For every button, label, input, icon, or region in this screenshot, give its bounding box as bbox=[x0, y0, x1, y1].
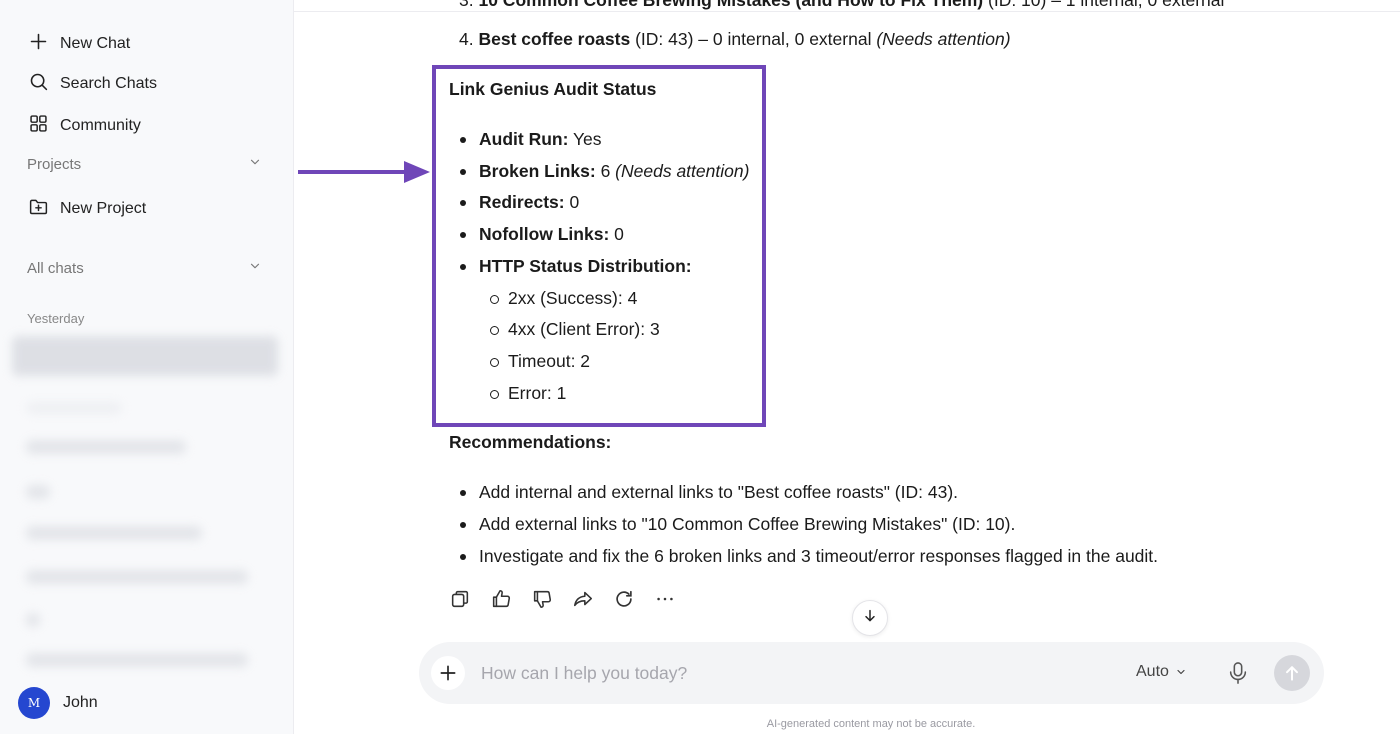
search-chats-label: Search Chats bbox=[60, 75, 157, 92]
redirects-label: Redirects: bbox=[479, 192, 565, 212]
chevron-down-icon bbox=[248, 155, 262, 173]
list-item: 3. 10 Common Coffee Brewing Mistakes (an… bbox=[459, 0, 1359, 10]
chat-history-item-blurred[interactable] bbox=[12, 336, 278, 376]
attention-note: (Needs attention) bbox=[876, 29, 1011, 49]
post-link-counts: (ID: 43) – 0 internal, 0 external bbox=[630, 29, 877, 49]
user-name: John bbox=[63, 694, 98, 711]
list-number: 3. bbox=[459, 0, 474, 10]
avatar: M bbox=[18, 687, 50, 719]
message-actions bbox=[449, 588, 676, 610]
plus-icon bbox=[28, 31, 49, 57]
ai-disclaimer: AI-generated content may not be accurate… bbox=[766, 718, 976, 730]
attach-button[interactable] bbox=[431, 656, 465, 690]
list-item: Investigate and fix the 6 broken links a… bbox=[459, 546, 1159, 566]
new-project-label: New Project bbox=[60, 200, 147, 217]
broken-links-label: Broken Links: bbox=[479, 161, 596, 181]
recommendations-heading: Recommendations: bbox=[449, 432, 612, 452]
copy-icon[interactable] bbox=[449, 588, 471, 610]
audit-run-label: Audit Run: bbox=[479, 129, 569, 149]
thumbs-up-icon[interactable] bbox=[490, 588, 512, 610]
chevron-down-icon bbox=[248, 259, 262, 277]
chat-history-item-blurred[interactable] bbox=[26, 613, 40, 627]
chat-history-item-blurred[interactable] bbox=[26, 653, 248, 667]
audit-run-value: Yes bbox=[568, 129, 602, 149]
list-item: 4. Best coffee roasts (ID: 43) – 0 inter… bbox=[459, 29, 1359, 50]
model-selector[interactable]: Auto bbox=[1136, 663, 1187, 681]
new-project-button[interactable]: New Project bbox=[28, 196, 146, 222]
user-profile-button[interactable]: M John bbox=[18, 687, 98, 719]
header-divider bbox=[294, 11, 1400, 12]
http-status-item: Error: 1 bbox=[489, 383, 567, 403]
model-label: Auto bbox=[1136, 663, 1169, 680]
thumbs-down-icon[interactable] bbox=[531, 588, 553, 610]
arrow-up-icon bbox=[1286, 666, 1298, 681]
broken-links-value: 6 bbox=[595, 161, 616, 181]
chat-history-item-blurred[interactable] bbox=[26, 570, 248, 584]
search-chats-button[interactable]: Search Chats bbox=[28, 71, 157, 97]
message-input[interactable] bbox=[481, 660, 1081, 686]
chevron-down-icon bbox=[1177, 669, 1185, 675]
projects-section-toggle[interactable]: Projects bbox=[27, 155, 262, 173]
http-status-item: 2xx (Success): 4 bbox=[489, 288, 638, 308]
post-title: 10 Common Coffee Brewing Mistakes (and H… bbox=[478, 0, 984, 10]
nofollow-label: Nofollow Links: bbox=[479, 224, 610, 244]
new-chat-label: New Chat bbox=[60, 35, 131, 52]
post-link-counts: (ID: 10) – 1 internal, 0 external bbox=[983, 0, 1225, 10]
attention-note: (Needs attention) bbox=[615, 161, 750, 181]
redirects-value: 0 bbox=[564, 192, 580, 212]
http-status-item: 4xx (Client Error): 3 bbox=[490, 319, 660, 339]
list-item: HTTP Status Distribution: bbox=[460, 256, 692, 277]
list-item: Audit Run: Yes bbox=[460, 129, 602, 150]
list-item: Nofollow Links: 0 bbox=[460, 224, 624, 245]
chat-history-item-blurred[interactable] bbox=[26, 485, 50, 499]
list-item: Redirects: 0 bbox=[459, 192, 580, 213]
folder-plus-icon bbox=[28, 196, 49, 222]
regenerate-icon[interactable] bbox=[613, 588, 635, 610]
chat-history-item-blurred[interactable] bbox=[26, 526, 202, 540]
projects-label: Projects bbox=[27, 155, 82, 173]
chat-history-item-blurred[interactable] bbox=[26, 402, 122, 414]
microphone-icon[interactable] bbox=[1227, 661, 1249, 685]
list-item: Add external links to "10 Common Coffee … bbox=[459, 514, 1016, 534]
message-composer: Auto bbox=[419, 642, 1324, 704]
chat-main: 3. 10 Common Coffee Brewing Mistakes (an… bbox=[294, 0, 1400, 734]
new-chat-button[interactable]: New Chat bbox=[28, 31, 130, 57]
list-number: 4. bbox=[459, 29, 474, 49]
grid-icon bbox=[28, 113, 49, 139]
community-label: Community bbox=[60, 117, 141, 134]
community-button[interactable]: Community bbox=[28, 113, 141, 139]
search-icon bbox=[28, 71, 49, 97]
post-title: Best coffee roasts bbox=[478, 29, 631, 49]
highlight-box bbox=[432, 65, 766, 427]
nofollow-value: 0 bbox=[609, 224, 624, 244]
send-button[interactable] bbox=[1274, 655, 1310, 691]
arrow-right-icon bbox=[298, 161, 430, 183]
arrow-down-icon bbox=[862, 608, 878, 629]
http-status-label: HTTP Status Distribution: bbox=[479, 256, 692, 276]
list-item: Add internal and external links to "Best… bbox=[459, 482, 959, 502]
audit-status-heading: Link Genius Audit Status bbox=[449, 79, 657, 99]
sidebar: New Chat Search Chats Community Projects… bbox=[0, 0, 294, 734]
share-icon[interactable] bbox=[572, 588, 594, 610]
chat-history-item-blurred[interactable] bbox=[26, 440, 186, 454]
plus-icon bbox=[440, 665, 456, 681]
http-status-item: Timeout: 2 bbox=[489, 351, 591, 371]
all-chats-label: All chats bbox=[27, 259, 84, 277]
scroll-to-bottom-button[interactable] bbox=[852, 600, 888, 636]
all-chats-section-toggle[interactable]: All chats bbox=[27, 259, 262, 277]
yesterday-label: Yesterday bbox=[27, 311, 85, 326]
more-options-icon[interactable] bbox=[654, 588, 676, 610]
list-item: Broken Links: 6 (Needs attention) bbox=[459, 161, 750, 182]
